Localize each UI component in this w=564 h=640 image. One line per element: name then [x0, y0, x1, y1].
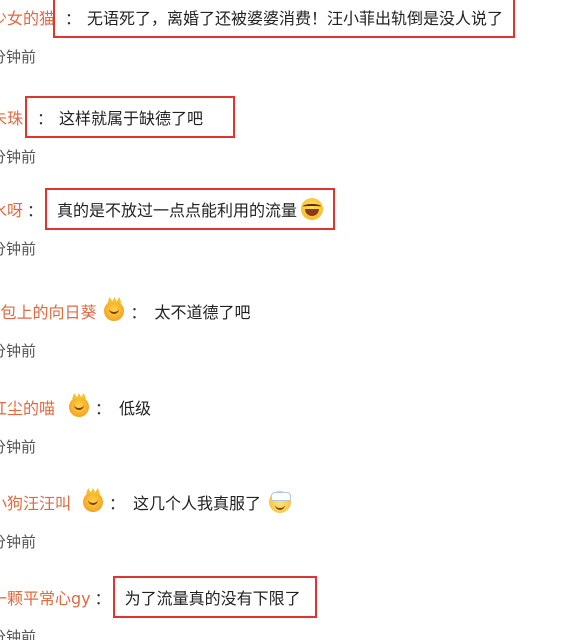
highlight-box: ： 无语死了，离婚了还被婆婆消费！汪小菲出轨倒是没人说了: [53, 0, 516, 38]
comment-username[interactable]: 小狗汪汪叫: [0, 490, 71, 514]
comment-line: 朱珠 ： 这样就属于缺德了吧: [0, 96, 564, 138]
comment-username[interactable]: 红尘的喵: [0, 395, 55, 419]
colon-separator: ：: [95, 399, 112, 418]
comment-item: 朱珠 ： 这样就属于缺德了吧 分钟前: [0, 96, 564, 191]
comment-time: 分钟前: [0, 48, 37, 66]
comment-line: 少女的猫 ： 无语死了，离婚了还被婆婆消费！汪小菲出轨倒是没人说了: [0, 0, 564, 38]
comment-username[interactable]: 水呀: [0, 197, 23, 221]
highlight-box: 为了流量真的没有下限了: [112, 576, 317, 618]
comment-item: 一颗平常心gy ： 为了流量真的没有下限了 分钟前: [0, 576, 564, 640]
highlight-box: 真的是不放过一点点能利用的流量: [45, 188, 336, 230]
colon-separator: ：: [37, 109, 54, 128]
colon-separator: ：: [65, 9, 82, 28]
highlight-box: ： 这样就属于缺德了吧: [25, 96, 236, 138]
crown-badge-icon: [69, 397, 90, 417]
colon-separator: ：: [109, 494, 126, 513]
comment-list: 少女的猫 ： 无语死了，离婚了还被婆婆消费！汪小菲出轨倒是没人说了 分钟前 朱珠…: [0, 0, 564, 640]
comment-line: 水呀 ： 真的是不放过一点点能利用的流量: [0, 188, 564, 230]
comment-text: 为了流量真的没有下限了: [124, 589, 301, 608]
laughing-crying-emoji-icon: [301, 198, 324, 220]
comment-line: 小狗汪汪叫 ： 这几个人我真服了: [0, 489, 564, 515]
comment-item: 水呀 ： 真的是不放过一点点能利用的流量 分钟前: [0, 188, 564, 283]
comment-text: 这样就属于缺德了吧: [59, 109, 204, 128]
comment-text: 低级: [119, 399, 152, 418]
comment-username[interactable]: 朱珠: [0, 105, 23, 129]
comment-time: 分钟前: [0, 533, 37, 551]
comment-line: 一颗平常心gy ： 为了流量真的没有下限了: [0, 576, 564, 618]
colon-separator: ：: [27, 201, 44, 220]
comment-time: 分钟前: [0, 342, 37, 360]
comment-username[interactable]: JJ包上的向日葵: [0, 299, 96, 323]
comment-item: 红尘的喵 ： 低级 分钟前: [0, 386, 564, 481]
comment-text: 太不道德了吧: [154, 303, 251, 322]
colon-separator: ：: [94, 589, 111, 608]
comment-username[interactable]: 少女的猫: [0, 5, 55, 29]
crown-badge-icon: [83, 492, 104, 512]
comment-text: 真的是不放过一点点能利用的流量: [57, 201, 298, 220]
comment-username[interactable]: 一颗平常心gy: [0, 585, 91, 609]
colon-separator: ：: [130, 303, 147, 322]
comment-time: 分钟前: [0, 240, 37, 258]
comment-time: 分钟前: [0, 628, 37, 640]
sick-face-emoji-icon: [269, 491, 292, 513]
comment-time: 分钟前: [0, 148, 37, 166]
crown-badge-icon: [104, 301, 125, 321]
comment-item: JJ包上的向日葵 ： 太不道德了吧 分钟前: [0, 290, 564, 385]
comment-item: 少女的猫 ： 无语死了，离婚了还被婆婆消费！汪小菲出轨倒是没人说了 分钟前: [0, 0, 564, 91]
comment-line: JJ包上的向日葵 ： 太不道德了吧: [0, 298, 564, 324]
comment-text: 无语死了，离婚了还被婆婆消费！汪小菲出轨倒是没人说了: [87, 9, 504, 28]
comment-time: 分钟前: [0, 438, 37, 456]
comment-item: 小狗汪汪叫 ： 这几个人我真服了 分钟前: [0, 481, 564, 576]
comment-line: 红尘的喵 ： 低级: [0, 394, 564, 420]
comment-text: 这几个人我真服了: [133, 494, 262, 513]
